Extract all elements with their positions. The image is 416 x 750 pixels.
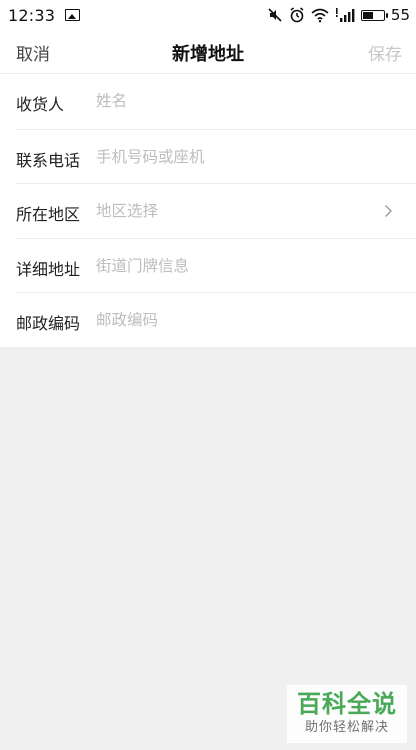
phone-label: 联系电话 bbox=[16, 150, 81, 170]
save-button[interactable]: 保存 bbox=[368, 40, 402, 65]
watermark-logo: 百科全说 助你轻松解决 bbox=[287, 685, 407, 743]
region-select[interactable] bbox=[96, 198, 356, 224]
region-label: 所在地区 bbox=[16, 205, 81, 224]
phone-row: 联系电话 bbox=[16, 128, 416, 184]
watermark-title: 百科全说 bbox=[297, 690, 397, 718]
phone-input[interactable] bbox=[96, 143, 356, 170]
status-time: 12:33 bbox=[8, 5, 56, 25]
street-address-input[interactable] bbox=[96, 252, 356, 279]
battery-icon bbox=[360, 9, 388, 21]
image-notification-icon bbox=[65, 9, 81, 21]
status-icons: 55 bbox=[267, 0, 410, 30]
recipient-row: 收货人 bbox=[16, 74, 416, 129]
chevron-right-icon bbox=[385, 205, 392, 217]
postcode-input[interactable] bbox=[96, 307, 356, 333]
address-row: 详细地址 bbox=[16, 237, 416, 293]
page-title: 新增地址 bbox=[172, 44, 244, 65]
region-row[interactable]: 所在地区 bbox=[16, 183, 416, 238]
address-form: 收货人 联系电话 所在地区 详细地址 邮政编码 bbox=[0, 74, 416, 347]
recipient-label: 收货人 bbox=[16, 95, 65, 114]
mute-icon bbox=[268, 8, 282, 22]
postcode-row: 邮政编码 bbox=[16, 292, 416, 347]
status-bar: 12:33 55 bbox=[0, 0, 416, 30]
signal-4g-icon bbox=[335, 8, 355, 22]
watermark-subtitle: 助你轻松解决 bbox=[304, 720, 389, 735]
alarm-icon bbox=[290, 7, 304, 23]
address-label: 详细地址 bbox=[16, 259, 81, 279]
recipient-name-input[interactable] bbox=[96, 88, 356, 114]
battery-percent: 55 bbox=[390, 6, 410, 24]
app-screen: 12:33 55 取消 新增地址 保存 收货人 姓名 联系电话 手机号码或座机 … bbox=[0, 0, 416, 750]
wifi-icon bbox=[311, 8, 329, 22]
postcode-label: 邮政编码 bbox=[16, 314, 81, 333]
navigation-bar: 取消 新增地址 保存 bbox=[0, 30, 416, 74]
battery-level bbox=[362, 11, 373, 19]
